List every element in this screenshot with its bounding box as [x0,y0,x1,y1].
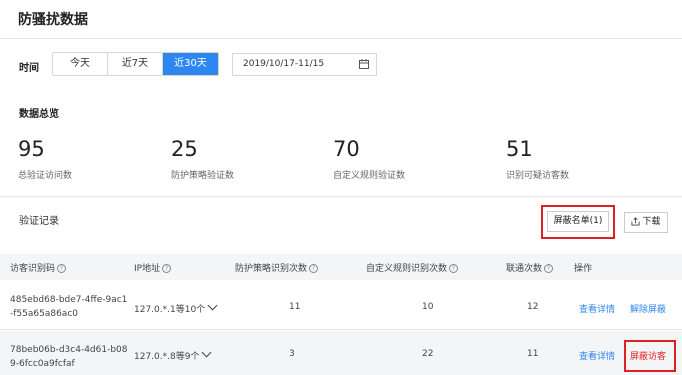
stat-value: 70 [333,137,360,161]
column-header: 自定义规则识别次数? [366,261,459,274]
time-range-segment: 今天 近7天 近30天 [52,52,219,76]
column-header: 联通次数? [506,261,554,274]
ip-dropdown[interactable]: 127.0.*.1等10个 [134,300,218,315]
stat-value: 95 [18,137,45,161]
highlight-box [541,205,615,239]
chevron-down-icon [207,300,218,311]
column-header: 防护策略识别次数? [235,261,319,274]
stat-value: 51 [506,137,533,161]
help-icon[interactable]: ? [309,264,319,273]
range-today-button[interactable]: 今天 [53,53,108,75]
table-header: 访客识别码? IP地址? 防护策略识别次数? 自定义规则识别次数? 联通次数? … [0,254,682,280]
visitor-code: 78beb06b-d3c4-4d61-b089-6fcc0a9fcfaf [10,345,128,369]
strategy-count: 11 [289,302,301,312]
highlight-box [624,340,676,372]
strategy-count: 3 [289,349,295,359]
stat-suspicious-visitors: 51 识别可疑访客数 [506,136,569,181]
date-range-value: 2019/10/17-11/15 [243,59,325,69]
stat-label: 识别可疑访客数 [506,171,570,181]
visitor-code: 485ebd68-bde7-4ffe-9ac1-f55a65a86ac0 [10,295,128,319]
help-icon[interactable]: ? [162,264,172,273]
stat-strategy-verifications: 25 防护策略验证数 [171,136,234,181]
unblock-link[interactable]: 解除屏蔽 [630,302,666,315]
column-header: 操作 [574,264,593,274]
range-30days-button[interactable]: 近30天 [163,53,218,75]
table-row: 485ebd68-bde7-4ffe-9ac1-f55a65a86ac0 127… [0,281,682,330]
help-icon[interactable]: ? [449,264,459,273]
connect-count: 11 [527,349,539,359]
records-title: 验证记录 [19,216,59,227]
stat-label: 防护策略验证数 [171,171,235,181]
connect-count: 12 [527,302,539,312]
upload-icon [631,217,641,226]
view-details-link[interactable]: 查看详情 [579,302,615,315]
download-button[interactable]: 下载 [624,212,668,233]
stat-label: 总验证访问数 [18,171,73,181]
stat-label: 自定义规则验证数 [333,171,406,181]
column-header: 访客识别码? [10,261,67,274]
stat-custom-rule-verifications: 70 自定义规则验证数 [333,136,405,181]
help-icon[interactable]: ? [544,264,554,273]
time-label: 时间 [19,63,39,74]
table-row: 78beb06b-d3c4-4d61-b089-6fcc0a9fcfaf 127… [0,331,682,375]
ip-dropdown[interactable]: 127.0.*.8等9个 [134,347,212,362]
help-icon[interactable]: ? [57,264,67,273]
divider [0,196,682,197]
range-7days-button[interactable]: 近7天 [108,53,163,75]
overview-title: 数据总览 [19,109,59,120]
date-range-picker[interactable]: 2019/10/17-11/15 [232,53,377,76]
chevron-down-icon [202,347,212,358]
view-details-link[interactable]: 查看详情 [579,349,615,362]
download-label: 下载 [642,217,661,227]
calendar-icon [359,59,369,69]
stat-value: 25 [171,137,198,161]
column-header: IP地址? [134,261,172,274]
rule-count: 10 [422,302,434,312]
stat-total-visits: 95 总验证访问数 [18,136,72,181]
rule-count: 22 [422,349,434,359]
page-title: 防骚扰数据 [18,12,88,28]
divider [0,38,682,39]
